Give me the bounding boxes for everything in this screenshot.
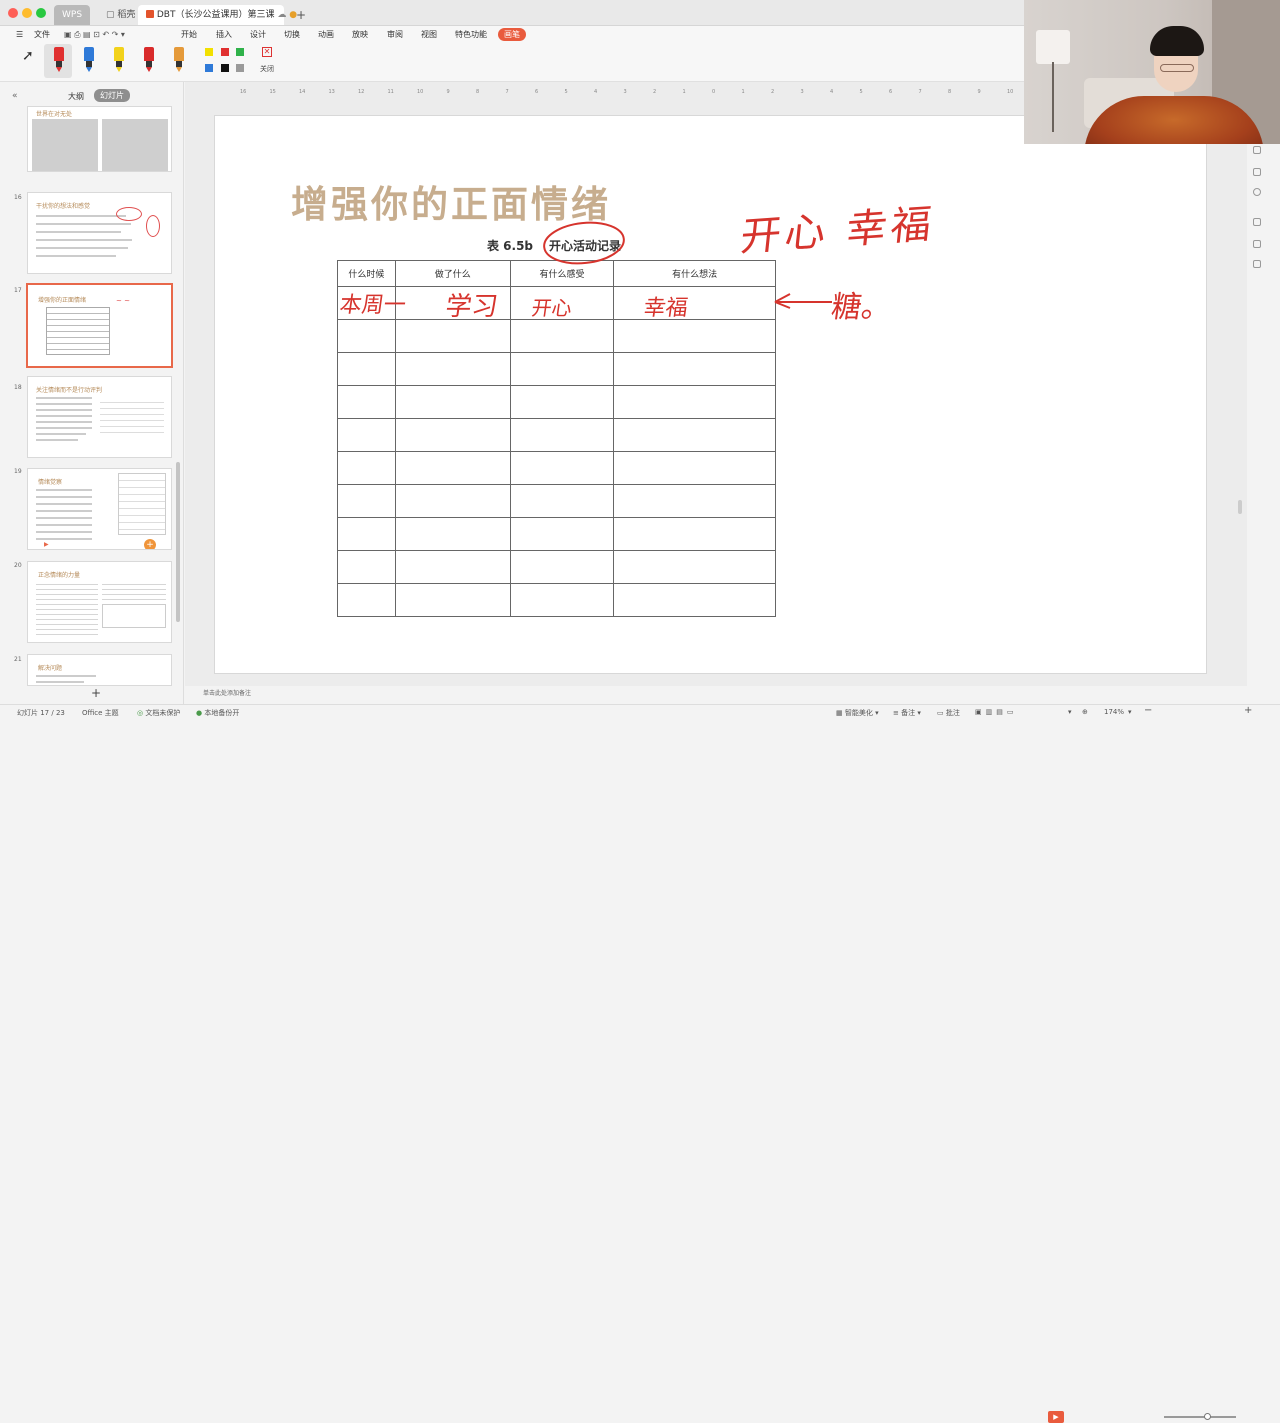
ink-feeling: 开心: [530, 296, 574, 320]
view-mode-icons[interactable]: ▣▥▤▭: [975, 708, 1017, 716]
property-icon[interactable]: [1253, 146, 1261, 154]
theme-name: Office 主题: [82, 709, 119, 717]
right-tool-rail: [1247, 140, 1267, 640]
zoom-in-icon[interactable]: +: [1244, 705, 1252, 716]
slide-counter: 幻灯片 17 / 23: [17, 709, 65, 717]
shape-icon[interactable]: [1253, 168, 1261, 176]
ink-arrow: [774, 293, 832, 309]
person-glasses: [1160, 64, 1194, 72]
lamp-stand: [1052, 62, 1054, 132]
export-icon[interactable]: [1253, 260, 1261, 268]
webcam-overlay: [1024, 0, 1280, 144]
notes-icon: ≡: [893, 709, 902, 717]
play-slideshow-icon[interactable]: ▶: [1048, 1411, 1064, 1423]
zoom-slider[interactable]: [1164, 1416, 1236, 1418]
notes-button[interactable]: ≡ 备注 ▾: [893, 708, 921, 718]
zoom-dropdown-icon[interactable]: ▾: [1128, 708, 1132, 716]
copy-icon[interactable]: [1253, 240, 1261, 248]
backup-status[interactable]: ● 本地备份开: [196, 708, 239, 718]
ink-side-right: 糖。: [829, 290, 894, 325]
pin-icon[interactable]: [1253, 218, 1261, 226]
beautify-button[interactable]: ▦ 智能美化 ▾: [836, 708, 879, 718]
doc-protect-status[interactable]: ◎ 文档未保护: [137, 708, 180, 718]
lamp-shade: [1036, 30, 1070, 64]
notes-hint[interactable]: 单击此处添加备注: [203, 688, 251, 697]
zoom-out-icon[interactable]: −: [1144, 705, 1152, 716]
ink-when: 本周一: [337, 293, 408, 318]
ink-thought: 幸福: [641, 296, 690, 321]
history-icon[interactable]: [1253, 188, 1261, 196]
play-options-icon[interactable]: ▾: [1068, 708, 1072, 716]
comment-icon: ▭: [937, 709, 946, 717]
canvas-scrollbar[interactable]: [1238, 500, 1242, 514]
ink-circle-caption: [543, 221, 625, 265]
zoom-level[interactable]: 174%: [1104, 708, 1124, 716]
beautify-icon: ▦: [836, 709, 845, 717]
comments-button[interactable]: ▭ 批注: [937, 708, 960, 718]
status-bar: 幻灯片 17 / 23 Office 主题 ◎ 文档未保护 ● 本地备份开 ▦ …: [0, 704, 1280, 1423]
zoom-slider-thumb[interactable]: [1204, 1413, 1211, 1420]
fit-icon[interactable]: ⊕: [1082, 708, 1088, 716]
ink-what: 学习: [443, 292, 500, 322]
